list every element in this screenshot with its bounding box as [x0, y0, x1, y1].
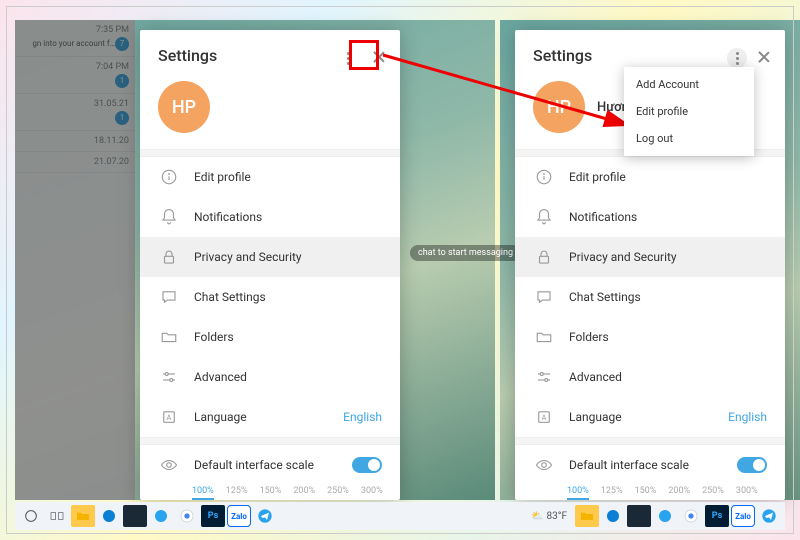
- menu-chat-settings[interactable]: Chat Settings: [140, 277, 400, 317]
- taskbar-app[interactable]: [627, 505, 651, 527]
- taskbar-chrome[interactable]: [679, 505, 703, 527]
- scale-toggle[interactable]: [737, 457, 767, 473]
- taskbar-photoshop[interactable]: Ps: [705, 505, 729, 527]
- chat-icon: [158, 286, 180, 308]
- taskbar-start[interactable]: [19, 505, 43, 527]
- menu-label: Language: [569, 410, 622, 424]
- bell-icon: [158, 206, 180, 228]
- folder-icon: [533, 326, 555, 348]
- language-icon: A: [533, 406, 555, 428]
- menu-label: Advanced: [194, 370, 247, 384]
- language-value: English: [343, 410, 382, 424]
- taskbar-telegram[interactable]: [757, 505, 781, 527]
- lock-icon: [533, 246, 555, 268]
- avatar[interactable]: HP: [158, 81, 210, 133]
- info-icon: [533, 166, 555, 188]
- menu-label: Edit profile: [569, 170, 626, 184]
- menu-advanced[interactable]: Advanced: [140, 357, 400, 397]
- menu-language[interactable]: A Language English: [515, 397, 785, 437]
- taskbar-chrome[interactable]: [175, 505, 199, 527]
- dropdown-add-account[interactable]: Add Account: [624, 71, 754, 98]
- taskbar-app[interactable]: [123, 505, 147, 527]
- menu-label: Advanced: [569, 370, 622, 384]
- more-menu-button[interactable]: [727, 48, 747, 68]
- close-button[interactable]: [755, 48, 773, 66]
- menu-privacy-security[interactable]: Privacy and Security: [140, 237, 400, 277]
- taskbar-app[interactable]: [653, 505, 677, 527]
- dropdown-edit-profile[interactable]: Edit profile: [624, 98, 754, 125]
- taskbar-zalo[interactable]: Zalo: [227, 505, 251, 527]
- menu-edit-profile[interactable]: Edit profile: [140, 157, 400, 197]
- taskbar-app[interactable]: [149, 505, 173, 527]
- taskbar-taskview[interactable]: [45, 505, 69, 527]
- menu-label: Edit profile: [194, 170, 251, 184]
- svg-text:A: A: [167, 413, 172, 422]
- taskbar-explorer[interactable]: [575, 505, 599, 527]
- menu-label: Privacy and Security: [194, 250, 302, 264]
- taskbar-explorer[interactable]: [71, 505, 95, 527]
- menu-label: Notifications: [569, 210, 637, 224]
- dropdown-log-out[interactable]: Log out: [624, 125, 754, 152]
- empty-chat-hint: chat to start messaging: [410, 245, 521, 261]
- scale-label: Default interface scale: [194, 458, 314, 472]
- menu-label: Language: [194, 410, 247, 424]
- menu-label: Chat Settings: [569, 290, 641, 304]
- scale-toggle[interactable]: [352, 457, 382, 473]
- language-value: English: [728, 410, 767, 424]
- menu-label: Folders: [194, 330, 234, 344]
- menu-label: Chat Settings: [194, 290, 266, 304]
- settings-panel-left: Settings HP Edit profile Notifications P…: [140, 30, 400, 500]
- menu-edit-profile[interactable]: Edit profile: [515, 157, 785, 197]
- menu-privacy-security[interactable]: Privacy and Security: [515, 237, 785, 277]
- scale-options[interactable]: 100% 125% 150% 200% 250% 300%: [533, 476, 767, 500]
- language-icon: A: [158, 406, 180, 428]
- taskbar-weather[interactable]: ⛅ 83°F: [525, 511, 573, 522]
- scale-options[interactable]: 100% 125% 150% 200% 250% 300%: [158, 476, 382, 500]
- taskbar-photoshop[interactable]: Ps: [201, 505, 225, 527]
- menu-advanced[interactable]: Advanced: [515, 357, 785, 397]
- svg-text:A: A: [542, 413, 547, 422]
- taskbar-edge[interactable]: [97, 505, 121, 527]
- taskbar: Ps Zalo ⛅ 83°F Ps Zalo: [15, 502, 785, 530]
- taskbar-zalo[interactable]: Zalo: [731, 505, 755, 527]
- menu-notifications[interactable]: Notifications: [140, 197, 400, 237]
- menu-label: Privacy and Security: [569, 250, 677, 264]
- taskbar-telegram[interactable]: [253, 505, 277, 527]
- menu-label: Notifications: [194, 210, 262, 224]
- menu-label: Folders: [569, 330, 609, 344]
- sliders-icon: [158, 366, 180, 388]
- chat-list: 7:35 PMgn into your account f…7 7:04 PM1…: [15, 20, 135, 500]
- eye-icon: [158, 454, 180, 476]
- scale-label: Default interface scale: [569, 458, 689, 472]
- lock-icon: [158, 246, 180, 268]
- taskbar-edge[interactable]: [601, 505, 625, 527]
- sliders-icon: [533, 366, 555, 388]
- eye-icon: [533, 454, 555, 476]
- chat-icon: [533, 286, 555, 308]
- more-menu-button[interactable]: [338, 48, 358, 68]
- info-icon: [158, 166, 180, 188]
- close-button[interactable]: [370, 48, 388, 66]
- menu-folders[interactable]: Folders: [515, 317, 785, 357]
- bell-icon: [533, 206, 555, 228]
- menu-notifications[interactable]: Notifications: [515, 197, 785, 237]
- menu-folders[interactable]: Folders: [140, 317, 400, 357]
- menu-language[interactable]: A Language English: [140, 397, 400, 437]
- avatar[interactable]: HP: [533, 81, 585, 133]
- more-dropdown: Add Account Edit profile Log out: [624, 67, 754, 156]
- folder-icon: [158, 326, 180, 348]
- menu-chat-settings[interactable]: Chat Settings: [515, 277, 785, 317]
